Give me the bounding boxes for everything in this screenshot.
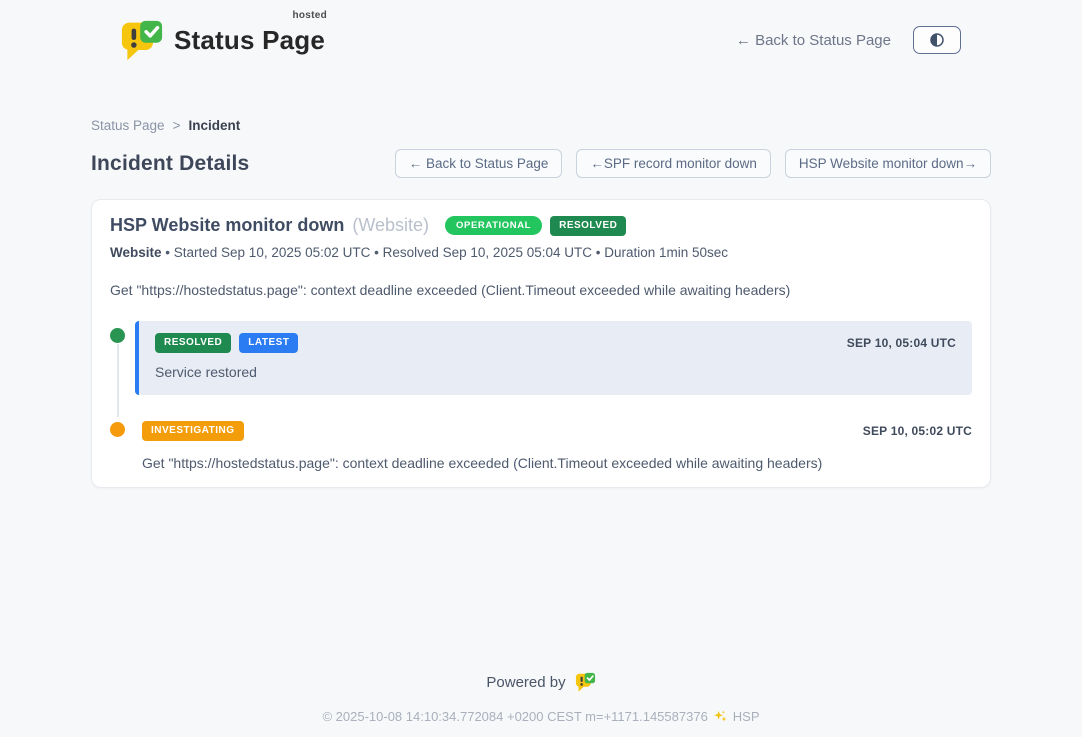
incident-description: Get "https://hostedstatus.page": context… xyxy=(110,282,972,298)
timeline-investigating-badge: INVESTIGATING xyxy=(142,421,244,441)
powered-by: Powered by xyxy=(486,672,595,692)
powered-by-label: Powered by xyxy=(486,674,565,691)
next-incident-button[interactable]: HSP Website monitor down→ xyxy=(785,149,991,178)
copyright: © 2025-10-08 14:10:34.772084 +0200 CEST … xyxy=(0,709,1082,724)
timeline-entry-investigating: INVESTIGATING SEP 10, 05:02 UTC Get "htt… xyxy=(110,421,972,471)
theme-toggle-button[interactable] xyxy=(913,26,961,54)
app-logo[interactable]: Status Page hosted xyxy=(120,19,325,61)
back-to-status-page-button[interactable]: ← Back to Status Page xyxy=(395,149,563,178)
incident-card: HSP Website monitor down (Website) OPERA… xyxy=(91,199,991,488)
prev-incident-button[interactable]: ←SPF record monitor down xyxy=(576,149,771,178)
incident-timeline: RESOLVED LATEST SEP 10, 05:04 UTC Servic… xyxy=(110,321,972,471)
brand-superscript: hosted xyxy=(292,10,327,21)
incident-title: HSP Website monitor down xyxy=(110,215,344,236)
incident-nav-buttons: ← Back to Status Page ←SPF record monito… xyxy=(395,149,991,178)
page-title: Incident Details xyxy=(91,152,249,176)
breadcrumb-incident: Incident xyxy=(188,118,240,133)
copyright-brand: HSP xyxy=(733,709,760,724)
timeline-dot-green xyxy=(110,328,125,343)
timeline-entry-resolved: RESOLVED LATEST SEP 10, 05:04 UTC Servic… xyxy=(110,321,972,395)
status-page-logo-icon xyxy=(575,672,596,692)
latest-update-box: RESOLVED LATEST SEP 10, 05:04 UTC Servic… xyxy=(135,321,972,395)
incident-component: (Website) xyxy=(352,215,429,236)
timeline-resolved-badge: RESOLVED xyxy=(155,333,231,353)
resolved-badge: RESOLVED xyxy=(550,216,626,236)
incident-meta: Website • Started Sep 10, 2025 05:02 UTC… xyxy=(110,245,972,260)
status-page-logo-icon xyxy=(120,19,164,61)
meta-component: Website xyxy=(110,245,162,260)
copyright-text: © 2025-10-08 14:10:34.772084 +0200 CEST … xyxy=(322,709,707,724)
timeline-latest-badge: LATEST xyxy=(239,333,298,353)
footer: Powered by © 2025-10-08 14:10:34.772084 … xyxy=(0,672,1082,724)
operational-badge: OPERATIONAL xyxy=(445,216,542,236)
sparkles-icon xyxy=(713,709,728,724)
header: Status Page hosted ← Back to Status Page xyxy=(0,0,1082,64)
timeline-message: Service restored xyxy=(155,364,956,380)
header-back-link[interactable]: ← Back to Status Page xyxy=(736,32,891,49)
timeline-timestamp: SEP 10, 05:04 UTC xyxy=(847,336,956,350)
brand-name: Status Page xyxy=(174,25,325,56)
breadcrumb-separator: > xyxy=(173,118,181,133)
breadcrumb: Status Page > Incident xyxy=(91,118,991,133)
timeline-dot-orange xyxy=(110,422,125,437)
main-content: Status Page > Incident Incident Details … xyxy=(91,118,991,488)
timeline-message: Get "https://hostedstatus.page": context… xyxy=(142,455,972,471)
breadcrumb-status-page[interactable]: Status Page xyxy=(91,118,165,133)
meta-details: • Started Sep 10, 2025 05:02 UTC • Resol… xyxy=(165,245,728,260)
timeline-timestamp: SEP 10, 05:02 UTC xyxy=(863,424,972,438)
half-circle-icon xyxy=(928,31,946,49)
